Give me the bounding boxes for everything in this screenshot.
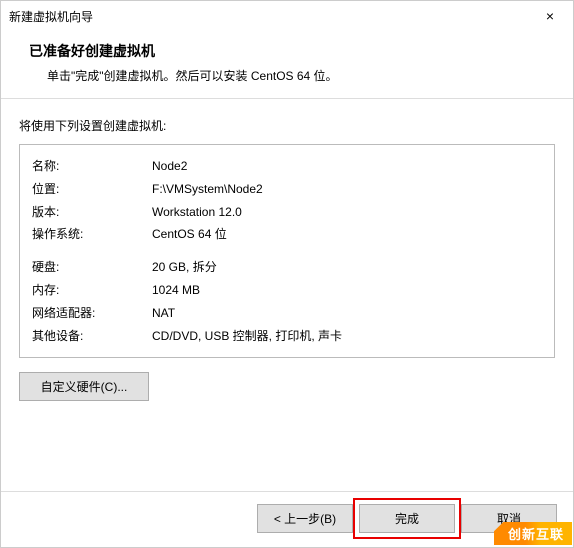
value-location: F:\VMSystem\Node2 (152, 178, 542, 201)
label-other: 其他设备: (32, 325, 152, 348)
page-subtitle: 单击"完成"创建虚拟机。然后可以安装 CentOS 64 位。 (47, 67, 555, 84)
label-disk: 硬盘: (32, 256, 152, 279)
label-os: 操作系统: (32, 223, 152, 246)
finish-button[interactable]: 完成 (359, 504, 455, 533)
close-icon[interactable]: × (535, 8, 565, 24)
value-disk: 20 GB, 拆分 (152, 256, 542, 279)
table-row: 其他设备: CD/DVD, USB 控制器, 打印机, 声卡 (32, 325, 542, 348)
wizard-window: 新建虚拟机向导 × 已准备好创建虚拟机 单击"完成"创建虚拟机。然后可以安装 C… (0, 0, 574, 548)
page-title: 已准备好创建虚拟机 (29, 41, 555, 61)
titlebar: 新建虚拟机向导 × (1, 1, 573, 31)
value-memory: 1024 MB (152, 279, 542, 302)
window-title: 新建虚拟机向导 (9, 8, 93, 25)
spacer (32, 246, 542, 256)
table-row: 操作系统: CentOS 64 位 (32, 223, 542, 246)
value-version: Workstation 12.0 (152, 201, 542, 224)
customize-hardware-button[interactable]: 自定义硬件(C)... (19, 372, 149, 401)
wizard-content: 将使用下列设置创建虚拟机: 名称: Node2 位置: F:\VMSystem\… (1, 99, 573, 491)
table-row: 硬盘: 20 GB, 拆分 (32, 256, 542, 279)
table-row: 内存: 1024 MB (32, 279, 542, 302)
value-name: Node2 (152, 155, 542, 178)
value-os: CentOS 64 位 (152, 223, 542, 246)
wizard-header: 已准备好创建虚拟机 单击"完成"创建虚拟机。然后可以安装 CentOS 64 位… (1, 31, 573, 99)
value-network: NAT (152, 302, 542, 325)
customize-row: 自定义硬件(C)... (19, 372, 555, 401)
label-name: 名称: (32, 155, 152, 178)
wizard-footer: < 上一步(B) 完成 取消 (1, 491, 573, 547)
table-row: 网络适配器: NAT (32, 302, 542, 325)
label-network: 网络适配器: (32, 302, 152, 325)
value-other: CD/DVD, USB 控制器, 打印机, 声卡 (152, 325, 542, 348)
intro-text: 将使用下列设置创建虚拟机: (19, 117, 555, 134)
label-version: 版本: (32, 201, 152, 224)
watermark: 创新互联 (494, 522, 572, 545)
table-row: 名称: Node2 (32, 155, 542, 178)
label-location: 位置: (32, 178, 152, 201)
settings-summary: 名称: Node2 位置: F:\VMSystem\Node2 版本: Work… (19, 144, 555, 358)
back-button[interactable]: < 上一步(B) (257, 504, 353, 533)
table-row: 版本: Workstation 12.0 (32, 201, 542, 224)
table-row: 位置: F:\VMSystem\Node2 (32, 178, 542, 201)
label-memory: 内存: (32, 279, 152, 302)
